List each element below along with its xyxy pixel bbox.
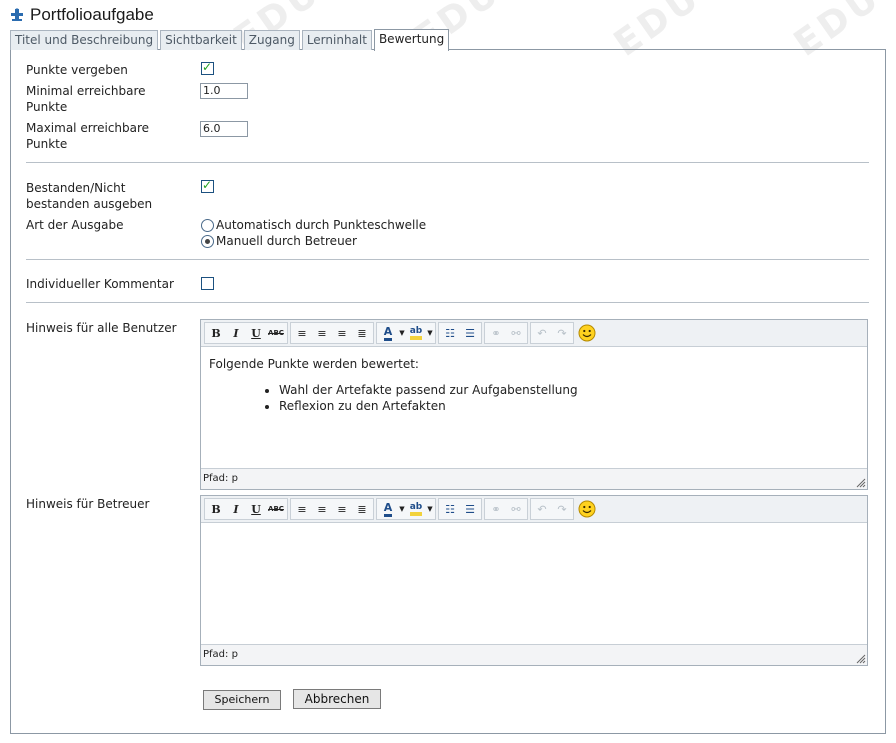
unlink-icon[interactable]: ⚯ [506,500,526,518]
radio-button[interactable] [201,218,214,232]
radio-label: Manuell durch Betreuer [216,234,357,248]
align-justify-icon[interactable]: ≣ [352,324,372,342]
divider [26,259,869,260]
align-justify-icon[interactable]: ≣ [352,500,372,518]
radio-button[interactable] [201,234,214,248]
highlight-icon[interactable]: ab [406,324,426,342]
numbered-list-icon[interactable]: ☰ [460,500,480,518]
radio-automatisch[interactable]: Automatisch durch Punkteschwelle [201,218,426,232]
punkte-vergeben-label: Punkte vergeben [26,63,128,77]
smiley-icon[interactable] [577,324,597,342]
align-center-icon[interactable]: ≡ [312,500,332,518]
max-punkte-input[interactable]: 6.0 [200,121,248,137]
resize-handle-icon[interactable] [856,654,866,664]
page-header: Portfolioaufgabe [10,5,154,25]
bullet-list-icon[interactable]: ☷ [440,324,460,342]
link-icon[interactable]: ⚭ [486,500,506,518]
path-label: Pfad: p [203,473,238,484]
chevron-down-icon[interactable]: ▼ [398,324,406,342]
punkte-vergeben-checkbox[interactable]: ✓ [201,60,214,75]
font-color-icon[interactable]: A [378,500,398,518]
tab-lerninhalt[interactable]: Lerninhalt [301,30,372,50]
editor-content[interactable]: Folgende Punkte werden bewertet: Wahl de… [201,347,867,425]
bullet-list-icon[interactable]: ☷ [440,500,460,518]
editor-toolbar: B I U ABC ≡ ≡ ≡ ≣ A ▼ ab ▼ ☷ ☰ ⚭ ⚯ ↶ ↷ [201,496,867,523]
settings-panel: Punkte vergeben ✓ Minimal erreichbare Pu… [10,49,886,734]
editor-statusbar: Pfad: p [201,644,867,665]
link-icon[interactable]: ⚭ [486,324,506,342]
unlink-icon[interactable]: ⚯ [506,324,526,342]
strikethrough-button[interactable]: ABC [266,500,286,518]
cancel-button[interactable]: Abbrechen [293,689,381,709]
kommentar-label: Individueller Kommentar [26,277,174,291]
divider [26,302,869,303]
editor-toolbar: B I U ABC ≡ ≡ ≡ ≣ A ▼ ab ▼ ☷ ☰ ⚭ ⚯ ↶ ↷ [201,320,867,347]
editor-statusbar: Pfad: p [201,468,867,489]
puzzle-icon [11,8,23,21]
content-paragraph: Folgende Punkte werden bewertet: [209,357,419,371]
font-color-icon[interactable]: A [378,324,398,342]
tab-bar: Titel und Beschreibung Sichtbarkeit Zuga… [10,29,451,51]
underline-button[interactable]: U [246,324,266,342]
redo-icon[interactable]: ↷ [552,324,572,342]
highlight-icon[interactable]: ab [406,500,426,518]
align-right-icon[interactable]: ≡ [332,500,352,518]
kommentar-checkbox[interactable] [201,277,214,290]
tab-zugang[interactable]: Zugang [243,30,300,50]
align-left-icon[interactable]: ≡ [292,500,312,518]
align-left-icon[interactable]: ≡ [292,324,312,342]
tab-bewertung[interactable]: Bewertung [373,29,450,51]
radio-manuell[interactable]: Manuell durch Betreuer [201,234,357,248]
min-punkte-label: Minimal erreichbare Punkte [26,84,146,114]
align-center-icon[interactable]: ≡ [312,324,332,342]
list-item: Wahl der Artefakte passend zur Aufgabens… [279,383,859,397]
undo-icon[interactable]: ↶ [532,324,552,342]
save-button[interactable]: Speichern [203,690,281,710]
smiley-icon[interactable] [577,500,597,518]
italic-button[interactable]: I [226,324,246,342]
hinweis-alle-label: Hinweis für alle Benutzer [26,321,177,335]
editor-content[interactable] [201,523,867,543]
italic-button[interactable]: I [226,500,246,518]
chevron-down-icon[interactable]: ▼ [426,324,434,342]
undo-icon[interactable]: ↶ [532,500,552,518]
bold-button[interactable]: B [206,324,226,342]
underline-button[interactable]: U [246,500,266,518]
divider [26,162,869,163]
rich-text-editor[interactable]: B I U ABC ≡ ≡ ≡ ≣ A ▼ ab ▼ ☷ ☰ ⚭ [200,495,868,666]
bestanden-checkbox[interactable]: ✓ [201,178,214,193]
numbered-list-icon[interactable]: ☰ [460,324,480,342]
max-punkte-label: Maximal erreichbare Punkte [26,121,150,151]
content-list: Wahl der Artefakte passend zur Aufgabens… [279,383,859,413]
list-item: Reflexion zu den Artefakten [279,399,859,413]
chevron-down-icon[interactable]: ▼ [426,500,434,518]
page-title: Portfolioaufgabe [30,5,154,24]
chevron-down-icon[interactable]: ▼ [398,500,406,518]
tab-titel[interactable]: Titel und Beschreibung [10,30,159,50]
hinweis-betreuer-label: Hinweis für Betreuer [26,497,150,511]
path-label: Pfad: p [203,649,238,660]
radio-label: Automatisch durch Punkteschwelle [216,218,427,232]
min-punkte-input[interactable]: 1.0 [200,83,248,99]
align-right-icon[interactable]: ≡ [332,324,352,342]
tab-sichtbarkeit[interactable]: Sichtbarkeit [160,30,242,50]
bold-button[interactable]: B [206,500,226,518]
strikethrough-button[interactable]: ABC [266,324,286,342]
redo-icon[interactable]: ↷ [552,500,572,518]
bestanden-label: Bestanden/Nicht bestanden ausgeben [26,181,153,211]
resize-handle-icon[interactable] [856,478,866,488]
art-ausgabe-label: Art der Ausgabe [26,218,124,232]
rich-text-editor[interactable]: B I U ABC ≡ ≡ ≡ ≣ A ▼ ab ▼ ☷ ☰ ⚭ [200,319,868,490]
